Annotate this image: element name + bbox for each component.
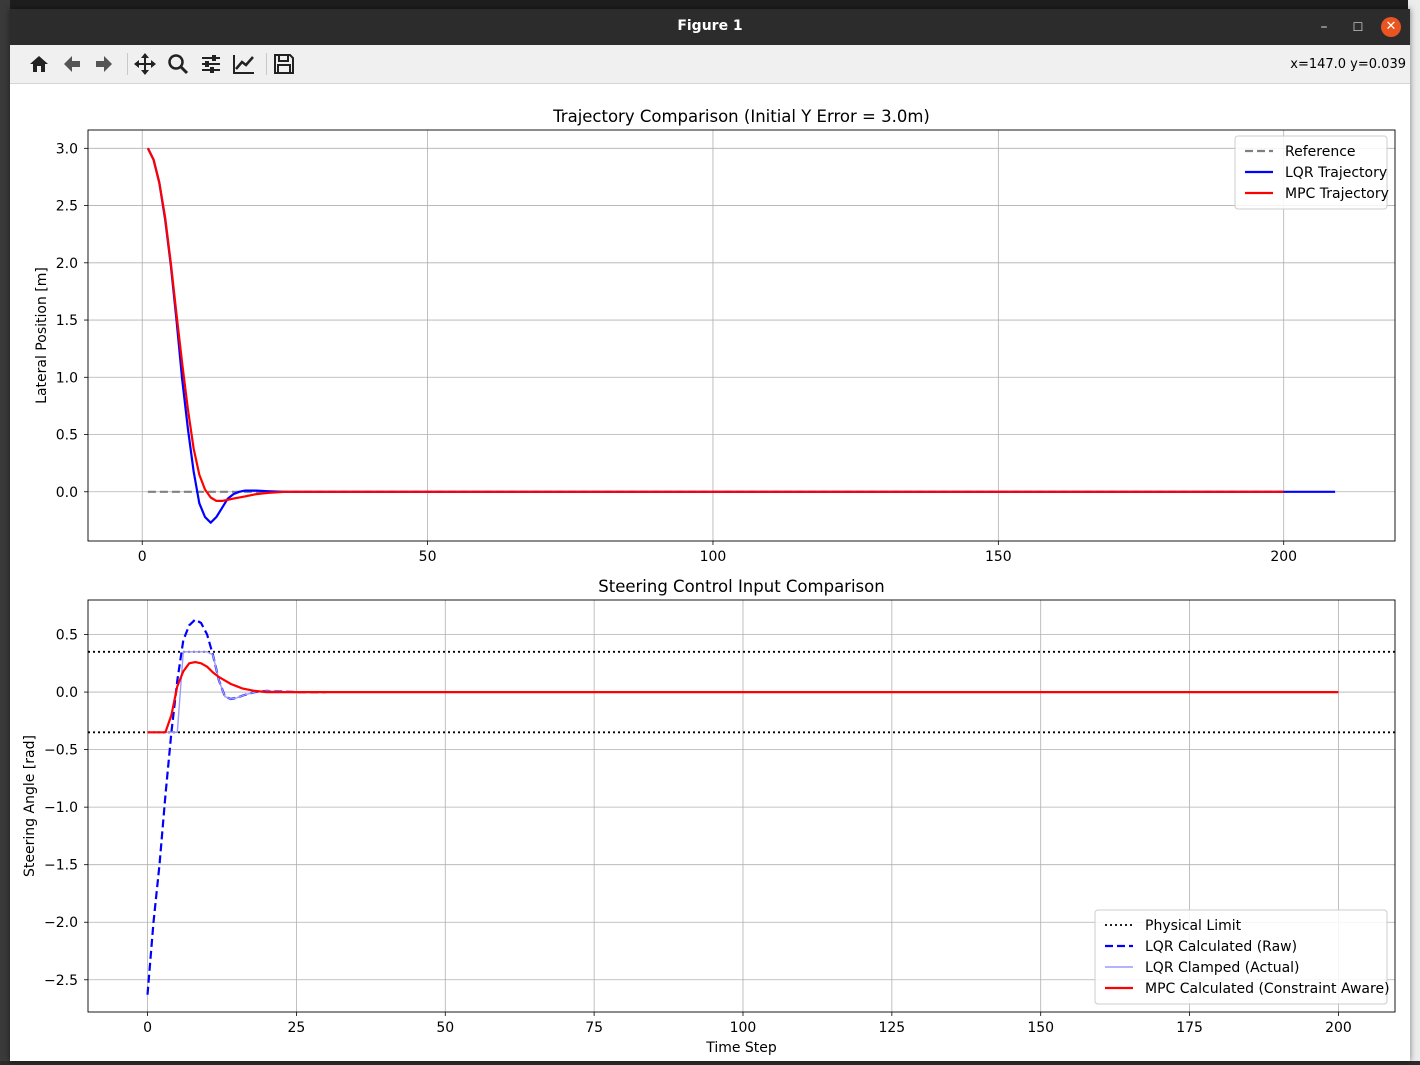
- axes-frame: [87, 129, 1396, 542]
- series-line-mpc-trajectory: [146, 147, 1284, 502]
- x-tick-label: 50: [419, 549, 437, 565]
- legend-label: MPC Trajectory: [1285, 186, 1389, 202]
- x-tick-label: 150: [985, 549, 1012, 565]
- pan-button[interactable]: [130, 49, 160, 79]
- y-tick-label: −2.5: [44, 973, 78, 989]
- x-tick-label: 0: [138, 549, 147, 565]
- back-icon: [64, 56, 80, 72]
- minimize-button[interactable]: –: [1314, 17, 1334, 37]
- forward-button[interactable]: [89, 49, 119, 79]
- x-axis-label: Time Step: [705, 1040, 777, 1056]
- save-icon: [274, 54, 294, 74]
- y-tick-label: 0.0: [56, 485, 78, 501]
- save-button[interactable]: [269, 49, 299, 79]
- legend-label: LQR Calculated (Raw): [1145, 939, 1297, 955]
- legend-label: LQR Trajectory: [1285, 165, 1387, 181]
- y-tick-label: 0.5: [56, 628, 78, 644]
- y-tick-label: −1.0: [44, 800, 78, 816]
- y-tick-label: 2.0: [56, 256, 78, 272]
- legend-label: Physical Limit: [1145, 918, 1242, 934]
- pan-icon: [134, 53, 156, 75]
- legend-label: MPC Calculated (Constraint Aware): [1145, 981, 1390, 997]
- configure-subplots-icon: [202, 55, 220, 73]
- x-tick-label: 75: [585, 1020, 603, 1036]
- x-tick-label: 100: [730, 1020, 757, 1036]
- y-tick-label: 1.0: [56, 370, 78, 386]
- edit-axis-icon: [233, 55, 254, 74]
- series-line-lqr-trajectory: [146, 147, 1336, 524]
- x-tick-label: 150: [1027, 1020, 1054, 1036]
- y-axis-label: Lateral Position [m]: [34, 267, 50, 404]
- figure-window: Figure 1 – ☐ ✕ x=147.0 y=0.039 0 50 100 …: [10, 9, 1410, 1061]
- y-tick-label: 1.5: [56, 313, 78, 329]
- zoom-button[interactable]: [163, 49, 193, 79]
- x-tick-label: 50: [436, 1020, 454, 1036]
- x-tick-label: 200: [1325, 1020, 1352, 1036]
- chart-2: 0 25 50 75 100 125 150 175 200 −2.5 −2.0 −1.5 −1.0 −0…: [22, 577, 1396, 1056]
- navigation-toolbar: x=147.0 y=0.039: [10, 45, 1410, 84]
- toolbar-separator: [266, 53, 267, 75]
- figure-canvas[interactable]: 0 50 100 150 200 0.0 0.5 1.0 1.5 2.0 2.5 3.0 Traject…: [10, 84, 1410, 1061]
- x-tick-label: 125: [878, 1020, 905, 1036]
- chart-title: Trajectory Comparison (Initial Y Error =…: [552, 107, 930, 126]
- home-icon: [30, 56, 48, 72]
- home-button[interactable]: [24, 49, 54, 79]
- x-tick-label: 175: [1176, 1020, 1203, 1036]
- x-tick-label: 25: [287, 1020, 305, 1036]
- back-button[interactable]: [57, 49, 87, 79]
- chart-1: 0 50 100 150 200 0.0 0.5 1.0 1.5 2.0 2.5 3.0 Traject…: [34, 107, 1396, 565]
- forward-icon: [96, 56, 112, 72]
- close-button[interactable]: ✕: [1381, 17, 1401, 37]
- figure-svg: 0 50 100 150 200 0.0 0.5 1.0 1.5 2.0 2.5 3.0 Traject…: [22, 107, 1396, 1056]
- y-tick-label: −0.5: [44, 743, 78, 759]
- chart-title: Steering Control Input Comparison: [598, 577, 884, 596]
- maximize-button[interactable]: ☐: [1348, 17, 1368, 37]
- y-tick-label: 2.5: [56, 199, 78, 215]
- y-tick-label: 0.5: [56, 428, 78, 444]
- desktop-background-left: [0, 0, 10, 1061]
- edit-axis-button[interactable]: [229, 49, 259, 79]
- legend-label: LQR Clamped (Actual): [1145, 960, 1300, 976]
- x-tick-label: 200: [1270, 549, 1297, 565]
- y-axis-label: Steering Angle [rad]: [22, 735, 38, 877]
- x-tick-label: 100: [700, 549, 727, 565]
- zoom-icon: [168, 54, 189, 75]
- toolbar-separator: [127, 53, 128, 75]
- configure-subplots-button[interactable]: [196, 49, 226, 79]
- x-tick-label: 0: [143, 1020, 152, 1036]
- window-title: Figure 1: [677, 18, 743, 34]
- y-tick-label: −2.0: [44, 915, 78, 931]
- y-tick-label: 0.0: [56, 685, 78, 701]
- y-tick-label: −1.5: [44, 858, 78, 874]
- legend-label: Reference: [1285, 144, 1356, 160]
- y-tick-label: 3.0: [56, 141, 78, 157]
- cursor-coordinates: x=147.0 y=0.039: [1290, 57, 1406, 72]
- title-bar[interactable]: Figure 1 – ☐ ✕: [10, 9, 1410, 45]
